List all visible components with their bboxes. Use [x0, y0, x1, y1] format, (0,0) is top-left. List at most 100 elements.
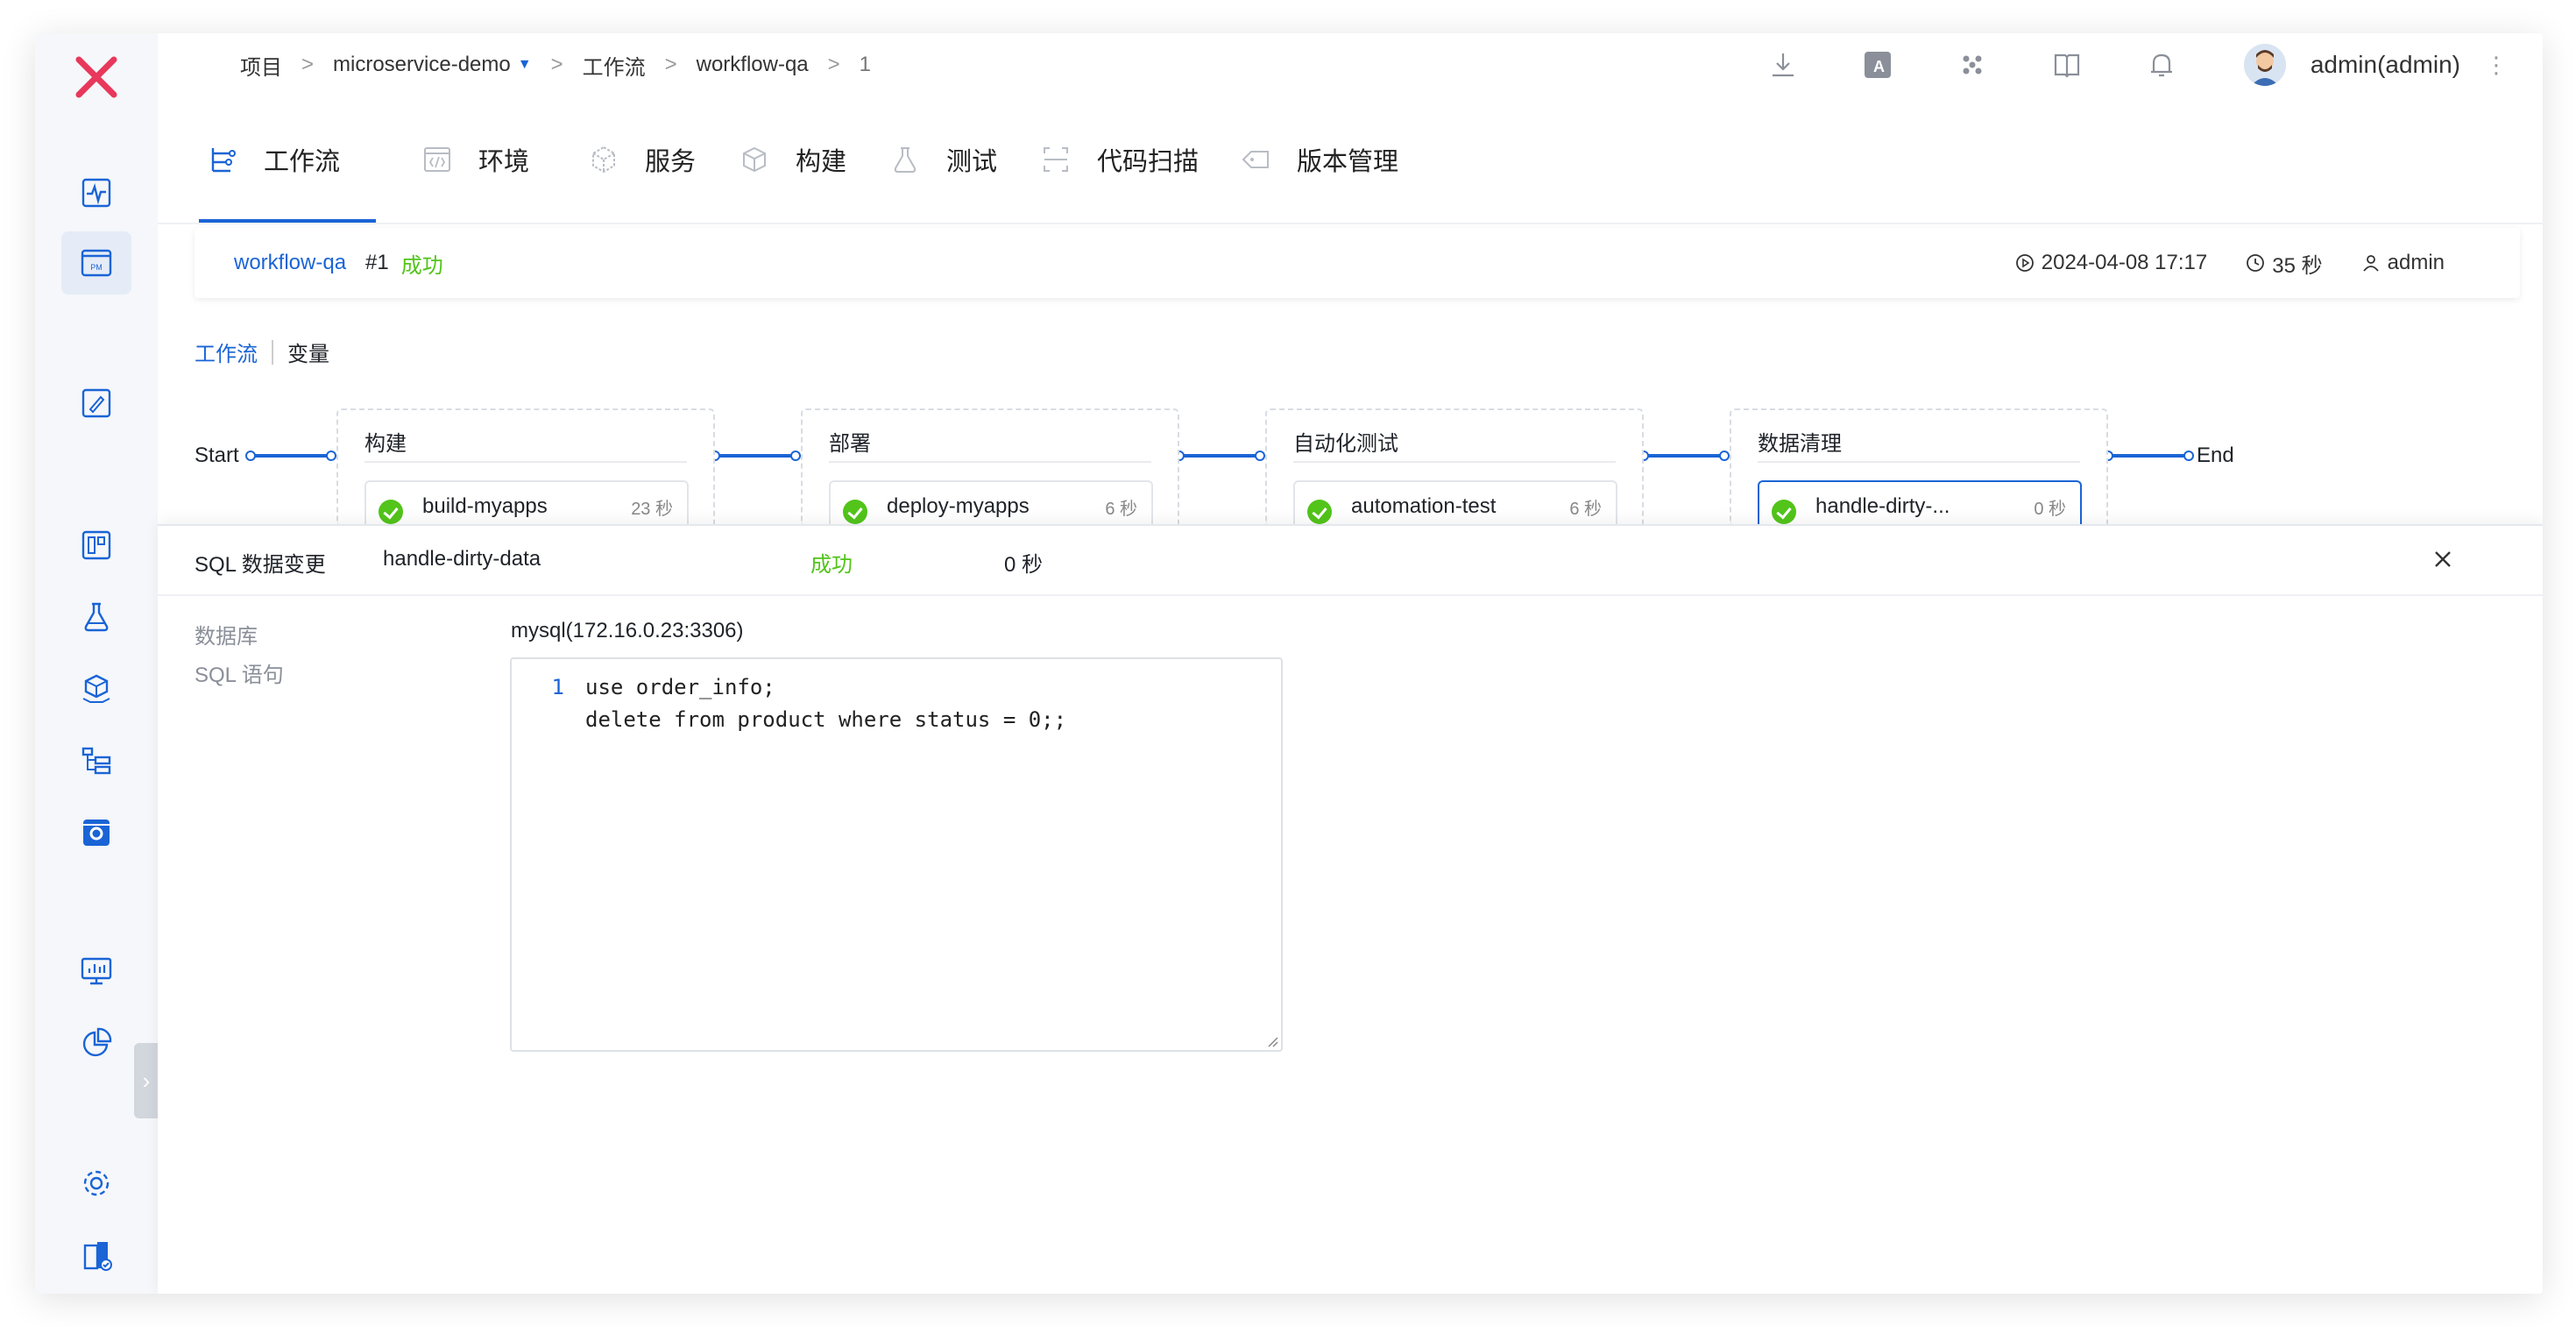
- sidebar-item-delivery[interactable]: [61, 657, 131, 720]
- gear-icon: [83, 1170, 110, 1196]
- tree-list-icon: [81, 747, 111, 775]
- breadcrumb-projects[interactable]: 项目: [240, 50, 282, 81]
- tab-label: 版本管理: [1297, 148, 1399, 176]
- project-tabs: 工作流 环境 服务 构建 测试 代码扫描 版本管理: [158, 96, 2543, 224]
- run-header: workflow-qa #1 成功 2024-04-08 17:17 35 秒 …: [195, 228, 2520, 298]
- breadcrumb-workflow[interactable]: workflow-qa: [697, 53, 809, 77]
- brand-logo-icon[interactable]: [72, 53, 121, 102]
- job-duration: 6 秒: [1105, 500, 1137, 519]
- service-cube-icon: [587, 143, 620, 176]
- tab-environment[interactable]: 环境: [421, 96, 529, 223]
- more-vertical-icon[interactable]: ⋮: [2485, 53, 2508, 77]
- resize-grip-icon[interactable]: [1267, 1036, 1279, 1048]
- tab-code-scan[interactable]: 代码扫描: [1039, 96, 1199, 223]
- flask-icon: [888, 143, 922, 176]
- sidebar-item-artifacts[interactable]: [61, 729, 131, 792]
- app-window: PM › 项目 > microservice-demo ▼ > 工作流 > wo…: [35, 33, 2543, 1294]
- job-card-selected[interactable]: handle-dirty-... 0 秒: [1758, 480, 2082, 526]
- project-pm-icon: PM: [81, 249, 112, 277]
- tab-label: 构建: [796, 148, 847, 176]
- stage-title: 部署: [829, 432, 871, 456]
- breadcrumb-separator: >: [550, 53, 563, 76]
- sidebar-item-analytics[interactable]: [61, 1011, 131, 1075]
- docs-book-icon[interactable]: [2051, 49, 2083, 81]
- sidebar-item-monitor[interactable]: [61, 161, 131, 224]
- divider: [829, 461, 1151, 463]
- sidebar-item-dashboard[interactable]: [61, 940, 131, 1003]
- build-box-icon: [738, 143, 771, 176]
- tab-test[interactable]: 测试: [888, 96, 997, 223]
- sidebar-item-tests[interactable]: [61, 585, 131, 649]
- sql-editor[interactable]: 1 use order_info; delete from product whe…: [510, 657, 1283, 1052]
- breadcrumb-separator: >: [301, 53, 315, 76]
- subtab-divider: [272, 339, 273, 365]
- tab-version[interactable]: 版本管理: [1239, 96, 1398, 223]
- avatar[interactable]: [2243, 44, 2286, 86]
- divider: [1758, 461, 2080, 463]
- sidebar-collapse-handle[interactable]: ›: [134, 1043, 159, 1118]
- pie-chart-icon: [82, 1027, 112, 1057]
- breadcrumb: 项目 > microservice-demo ▼ > 工作流 > workflo…: [240, 33, 871, 96]
- stage-build: 构建 build-myapps 23 秒: [336, 408, 715, 526]
- breadcrumb-workflows[interactable]: 工作流: [583, 50, 646, 81]
- connector-dot: [326, 451, 336, 461]
- version-tag-icon: [1239, 143, 1272, 176]
- code-line: delete from product where status = 0;;: [538, 704, 1066, 736]
- workflow-icon: [206, 143, 239, 176]
- sidebar-item-builds[interactable]: [61, 514, 131, 577]
- stage-deploy: 部署 deploy-myapps 6 秒: [801, 408, 1179, 526]
- job-duration: 6 秒: [1569, 500, 1602, 519]
- job-card[interactable]: deploy-myapps 6 秒: [829, 480, 1153, 526]
- stage-title: 数据清理: [1758, 432, 1842, 456]
- connector-dot: [2183, 451, 2194, 461]
- activity-icon: [81, 178, 111, 208]
- job-duration: 0 秒: [1004, 553, 1044, 577]
- subtab-workflow[interactable]: 工作流: [195, 337, 258, 367]
- workflow-link[interactable]: workflow-qa: [234, 251, 346, 275]
- run-duration: 35 秒: [2246, 248, 2323, 279]
- run-start: 2024-04-08 17:17: [2015, 251, 2207, 275]
- tab-service[interactable]: 服务: [587, 96, 696, 223]
- sidebar-item-enterprise[interactable]: [61, 1224, 131, 1287]
- translate-icon[interactable]: A: [1862, 49, 1893, 81]
- bell-icon[interactable]: [2146, 49, 2177, 81]
- breadcrumb-project[interactable]: microservice-demo: [333, 53, 511, 77]
- connector: [252, 454, 331, 458]
- sidebar-item-projects[interactable]: PM: [61, 231, 131, 294]
- run-number: #1: [365, 251, 389, 274]
- package-hand-icon: [82, 674, 110, 703]
- code-env-icon: [421, 143, 454, 176]
- job-name: build-myapps: [422, 494, 548, 518]
- connector: [715, 454, 794, 458]
- job-card[interactable]: automation-test 6 秒: [1293, 480, 1617, 526]
- caret-down-icon[interactable]: ▼: [518, 57, 532, 73]
- sidebar-item-system-settings[interactable]: [61, 1152, 131, 1215]
- db-label: 数据库: [195, 625, 258, 649]
- job-card[interactable]: build-myapps 23 秒: [364, 480, 689, 526]
- close-icon[interactable]: [2431, 547, 2455, 571]
- breadcrumb-separator: >: [664, 53, 677, 76]
- connector-dot: [245, 451, 256, 461]
- gear-box-icon: [83, 820, 110, 846]
- stage-data-cleanup: 数据清理 handle-dirty-... 0 秒: [1730, 408, 2108, 526]
- success-check-icon: [843, 500, 867, 524]
- connector: [2108, 454, 2187, 458]
- tab-build[interactable]: 构建: [738, 96, 846, 223]
- connector-dot: [790, 451, 801, 461]
- edit-doc-icon: [81, 388, 111, 418]
- download-icon[interactable]: [1767, 49, 1799, 81]
- drawer-header: SQL 数据变更 handle-dirty-data 成功 0 秒: [158, 526, 2543, 596]
- code-text: delete from product where status = 0;;: [585, 707, 1067, 732]
- sidebar-item-settings-box[interactable]: [61, 801, 131, 864]
- user-name[interactable]: admin(admin): [2311, 51, 2460, 79]
- job-name: automation-test: [1351, 494, 1497, 518]
- chevron-right-icon: ›: [142, 1067, 151, 1094]
- sidebar-item-edit[interactable]: [61, 372, 131, 435]
- plugin-dots-icon[interactable]: [1957, 49, 1988, 81]
- svg-text:PM: PM: [90, 263, 103, 272]
- subtab-variables[interactable]: 变量: [287, 337, 329, 367]
- job-duration: 23 秒: [631, 500, 673, 519]
- job-duration: 0 秒: [2034, 500, 2066, 519]
- line-number: 1: [551, 675, 564, 699]
- tab-workflow[interactable]: 工作流: [206, 96, 340, 223]
